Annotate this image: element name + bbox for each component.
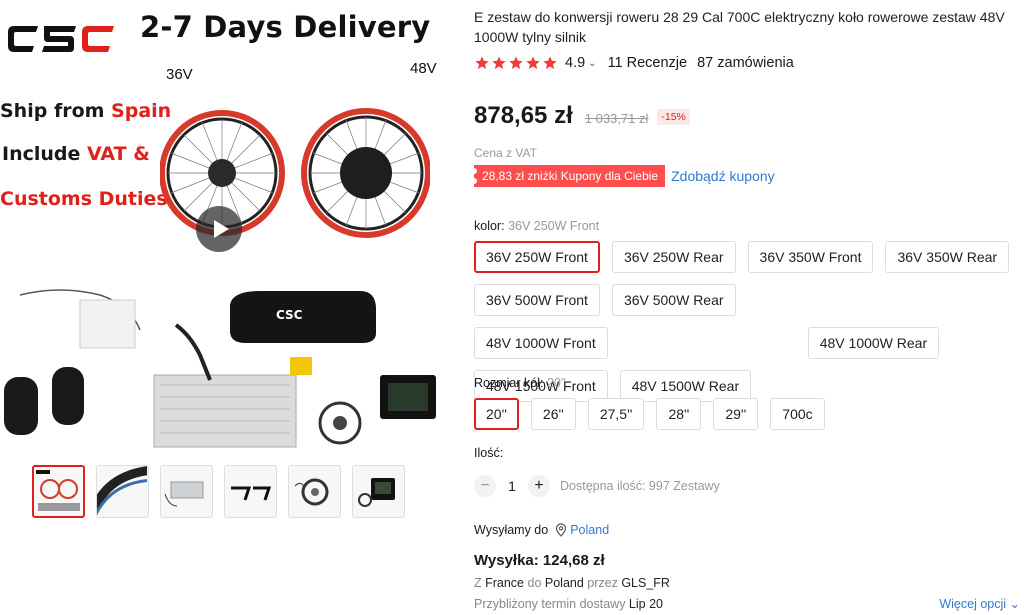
play-video-button[interactable]: [196, 206, 242, 252]
size-option[interactable]: 29'': [713, 398, 759, 430]
size-option[interactable]: 20'': [474, 398, 519, 430]
wheels-illustration: [160, 108, 430, 238]
original-price: 1 033,71 zł: [584, 111, 649, 126]
shipping-price: Wysyłka: 124,68 zł: [474, 552, 605, 569]
ship-to-label: Wysyłamy do: [474, 523, 549, 537]
chevron-down-icon: ⌄: [1009, 597, 1020, 611]
color-option[interactable]: 36V 250W Rear: [611, 241, 736, 273]
location-pin-icon: [556, 523, 567, 537]
thumbnail-main[interactable]: [32, 465, 85, 518]
quantity-label: Ilość:: [474, 446, 504, 460]
color-option[interactable]: 36V 500W Front: [474, 284, 600, 316]
star-icon: [526, 56, 540, 69]
coupon-row: 28,83 zł zniżki Kupony dla Ciebie Zdobąd…: [470, 165, 775, 187]
quantity-stepper: − 1 + Dostępna ilość: 997 Zestawy: [474, 475, 720, 497]
ship-to-country-link[interactable]: Poland: [570, 523, 609, 537]
color-option[interactable]: 36V 350W Rear: [885, 241, 1010, 273]
product-title: E zestaw do konwersji roweru 28 29 Cal 7…: [474, 9, 1005, 45]
rear-wheel-48v: [301, 108, 430, 238]
size-option[interactable]: 27,5'': [587, 398, 645, 430]
more-shipping-options-link[interactable]: Więcej opcji ⌄: [939, 596, 1020, 611]
vat-note: Cena z VAT: [474, 146, 537, 160]
thumbnail-display[interactable]: [352, 465, 405, 518]
delivery-estimate: Przybliżony termin dostawy Lip 20: [474, 597, 663, 611]
thumbnail-sensor[interactable]: [288, 465, 341, 518]
rating-stars: [474, 55, 558, 71]
delivery-headline: 2-7 Days Delivery: [140, 10, 431, 44]
color-option[interactable]: 36V 500W Rear: [611, 284, 736, 316]
get-coupons-link[interactable]: Zdobądź kupony: [671, 168, 775, 184]
size-option[interactable]: 28'': [656, 398, 702, 430]
decrease-quantity-button[interactable]: −: [474, 475, 496, 497]
csc-logo: [8, 26, 114, 52]
current-price: 878,65 zł: [474, 102, 573, 129]
thumbnail-tire[interactable]: [96, 465, 149, 518]
color-option[interactable]: 36V 250W Front: [474, 241, 600, 273]
increase-quantity-button[interactable]: +: [528, 475, 550, 497]
chevron-down-icon[interactable]: ⌄: [588, 58, 596, 69]
promo-customs: Customs Duties: [0, 188, 168, 210]
main-product-image[interactable]: 2-7 Days Delivery 36V 48V Ship from Spai…: [0, 0, 440, 455]
image-gallery: 2-7 Days Delivery 36V 48V Ship from Spai…: [0, 0, 440, 615]
rating-row: 4.9 ⌄ 11 Recenzje 87 zamówienia: [474, 55, 794, 71]
thumbnail-strip: [32, 465, 405, 518]
promo-include-vat: Include VAT &: [2, 143, 150, 165]
promo-ship-from: Ship from Spain: [0, 100, 172, 122]
orders-count: 87 zamówienia: [697, 55, 794, 71]
rating-score[interactable]: 4.9: [565, 55, 585, 71]
ship-to-row: Wysyłamy do Poland: [474, 523, 609, 537]
coupon-tag[interactable]: 28,83 zł zniżki Kupony dla Ciebie: [470, 165, 666, 187]
size-option[interactable]: 700c: [770, 398, 825, 430]
discount-badge: -15%: [657, 109, 690, 125]
thumbnail-brake-levers[interactable]: [224, 465, 277, 518]
color-label: kolor: 36V 250W Front: [474, 219, 600, 233]
size-option[interactable]: 26'': [530, 398, 576, 430]
star-icon: [475, 56, 489, 69]
wheel-size-options: 20'' 26'' 27,5'' 28'' 29'' 700c: [474, 398, 1024, 441]
stock-available: Dostępna ilość: 997 Zestawy: [560, 479, 720, 493]
color-option[interactable]: 48V 1000W Front: [474, 327, 608, 359]
color-option[interactable]: 36V 350W Front: [747, 241, 874, 273]
color-option[interactable]: 48V 1000W Rear: [807, 327, 940, 359]
star-icon: [543, 56, 557, 69]
star-icon: [492, 56, 506, 69]
star-icon: [509, 56, 523, 69]
svg-text:CSC: CSC: [276, 308, 303, 322]
reviews-link[interactable]: 11 Recenzje: [608, 55, 688, 71]
shipping-route: Z France do Poland przez GLS_FR: [474, 576, 670, 590]
parts-illustration: CSC: [4, 289, 436, 448]
product-info: E zestaw do konwersji roweru 28 29 Cal 7…: [470, 0, 1024, 615]
price-row: 878,65 zł 1 033,71 zł -15%: [474, 102, 690, 130]
wheel-size-label: Rozmiar kół: 20'': [474, 376, 566, 390]
quantity-value[interactable]: 1: [496, 478, 528, 494]
thumbnail-controller[interactable]: [160, 465, 213, 518]
